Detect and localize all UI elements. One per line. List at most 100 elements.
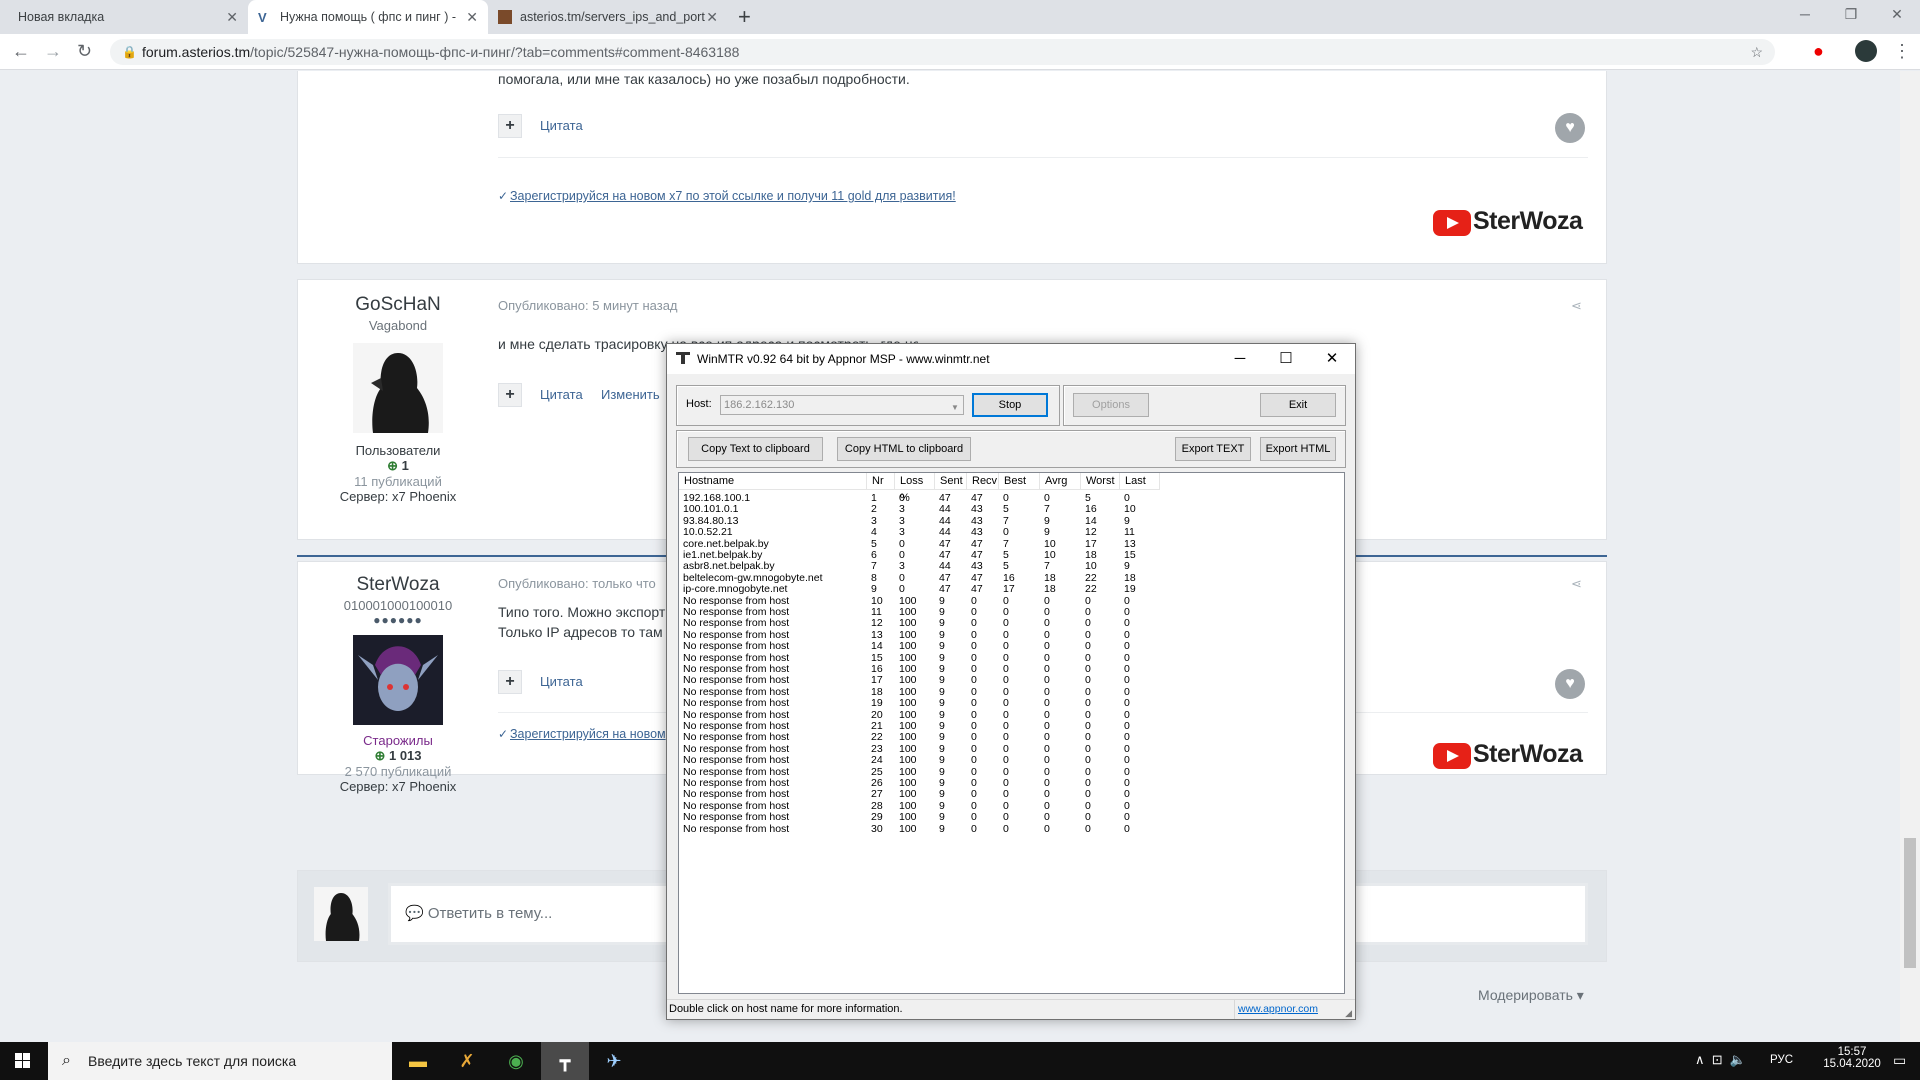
column-header[interactable]: Nr — [867, 473, 895, 490]
host-label: Host: — [686, 398, 712, 410]
edit-link[interactable]: Изменить — [601, 387, 660, 402]
address-bar[interactable]: 🔒 forum.asterios.tm/topic/525847-нужна-п… — [110, 39, 1775, 65]
column-header[interactable]: Hostname — [679, 473, 867, 490]
winmtr-titlebar[interactable]: WinMTR v0.92 64 bit by Appnor MSP - www.… — [667, 344, 1355, 374]
winmtr-app-icon — [676, 352, 690, 364]
author-rank: 010001000100010 — [343, 598, 453, 613]
clock[interactable]: 15:57 15.04.2020 — [1822, 1046, 1882, 1070]
share-icon[interactable]: ⋖ — [1571, 576, 1582, 592]
copy-text-button[interactable]: Copy Text to clipboard — [688, 437, 823, 461]
file-explorer-icon[interactable]: ▬ — [394, 1042, 442, 1080]
column-header[interactable]: Worst — [1081, 473, 1120, 490]
tab-new[interactable]: Новая вкладка ✕ — [8, 0, 248, 34]
tray-icons[interactable]: ∧ ⊡ 🔈 — [1695, 1052, 1746, 1068]
multiquote-plus-button[interactable]: + — [498, 670, 522, 694]
quote-link[interactable]: Цитата — [540, 674, 583, 689]
exit-button[interactable]: Exit — [1260, 393, 1336, 417]
status-bar: Double click on host name for more infor… — [667, 999, 1355, 1019]
scrollbar-thumb[interactable] — [1904, 838, 1916, 968]
quote-link[interactable]: Цитата — [540, 118, 583, 133]
author-name[interactable]: GoScHaN — [298, 294, 498, 316]
column-header[interactable]: Avrg — [1040, 473, 1081, 490]
back-icon[interactable]: ← — [12, 41, 30, 62]
url-host: forum.asterios.tm — [142, 44, 251, 60]
options-button[interactable]: Options — [1073, 393, 1149, 417]
sterwoza-logo[interactable]: SterWoza — [1433, 207, 1583, 237]
signature-promo-link[interactable]: Зарегистрируйся на новом x7 по этой ссыл… — [510, 189, 956, 203]
copy-html-button[interactable]: Copy HTML to clipboard — [837, 437, 971, 461]
avatar[interactable] — [353, 343, 443, 433]
column-header[interactable]: Last — [1120, 473, 1160, 490]
resize-grip-icon[interactable]: ◢ — [1345, 1004, 1352, 1023]
profile-avatar[interactable] — [1855, 40, 1877, 62]
author-panel: GoScHaN Vagabond Пользователи ⊕ 1 11 пуб… — [298, 294, 498, 504]
tab-title: Новая вкладка — [18, 10, 105, 24]
start-button[interactable] — [0, 1042, 46, 1080]
game-launcher-icon[interactable]: ✗ — [443, 1042, 491, 1080]
winmtr-window: WinMTR v0.92 64 bit by Appnor MSP - www.… — [666, 343, 1356, 1020]
close-icon[interactable]: ✕ — [466, 9, 478, 26]
reload-icon[interactable]: ↻ — [77, 41, 92, 62]
export-html-button[interactable]: Export HTML — [1260, 437, 1336, 461]
chrome-icon[interactable]: ◉ — [492, 1042, 540, 1080]
bookmark-star-icon[interactable]: ☆ — [1750, 39, 1763, 65]
trace-cell: 30 — [871, 822, 883, 835]
close-icon[interactable]: ✕ — [1309, 344, 1355, 374]
moderate-button[interactable]: Модерировать ▾ — [1478, 987, 1584, 1004]
plus-circle-icon: ⊕ — [374, 748, 389, 763]
sterwoza-logo[interactable]: SterWoza — [1433, 740, 1583, 770]
multiquote-plus-button[interactable]: + — [498, 114, 522, 138]
quote-link[interactable]: Цитата — [540, 387, 583, 402]
host-input[interactable]: 186.2.162.130 ▼ — [720, 395, 964, 415]
author-name[interactable]: SterWoza — [298, 574, 498, 596]
minimize-icon[interactable]: ─ — [1217, 344, 1263, 374]
column-header[interactable]: Best — [999, 473, 1040, 490]
windows-logo-icon — [15, 1053, 30, 1068]
dropdown-arrow-icon[interactable]: ▼ — [951, 399, 961, 412]
winmtr-task-icon[interactable]: ┳ — [541, 1042, 589, 1080]
author-rank: Vagabond — [368, 318, 428, 333]
reputation: ⊕ 1 — [298, 458, 498, 474]
tab-strip: Новая вкладка ✕ V Нужна помощь ( фпс и п… — [0, 0, 1920, 34]
close-icon[interactable]: ✕ — [226, 9, 238, 26]
post-text-line: Типо того. Можно экспорт — [498, 604, 666, 620]
avatar[interactable] — [353, 635, 443, 725]
forward-icon[interactable]: → — [44, 41, 62, 62]
notifications-icon[interactable]: ▭ — [1893, 1052, 1906, 1069]
column-header[interactable]: Sent — [935, 473, 967, 490]
language-indicator[interactable]: РУС — [1770, 1054, 1793, 1066]
author-server: Сервер: x7 Phoenix — [339, 489, 457, 504]
signature-promo-link[interactable]: Зарегистрируйся на новом — [510, 727, 666, 741]
share-icon[interactable]: ⋖ — [1571, 298, 1582, 314]
restore-icon[interactable]: ❐ — [1828, 0, 1874, 30]
column-header[interactable]: Recv — [967, 473, 999, 490]
appnor-link[interactable]: www.appnor.com — [1234, 1000, 1324, 1019]
plus-circle-icon: ⊕ — [387, 458, 402, 473]
new-tab-icon[interactable]: + — [738, 4, 751, 30]
minimize-icon[interactable]: ─ — [1782, 0, 1828, 30]
heart-icon[interactable]: ♥ — [1555, 669, 1585, 699]
stop-button[interactable]: Stop — [972, 393, 1048, 417]
taskbar: ⌕ Введите здесь текст для поиска ▬ ✗ ◉ ┳… — [0, 1042, 1920, 1080]
tab-forum[interactable]: V Нужна помощь ( фпс и пинг ) - ✕ — [248, 0, 488, 34]
menu-icon[interactable]: ⋮ — [1893, 41, 1911, 62]
trace-list[interactable]: Hostname Nr Loss % Sent Recv Best Avrg Worst Las… — [678, 472, 1345, 994]
export-text-button[interactable]: Export TEXT — [1175, 437, 1251, 461]
trace-cell: No response from host — [683, 822, 790, 835]
taskbar-search[interactable]: ⌕ Введите здесь текст для поиска — [48, 1042, 392, 1080]
reputation-value: 1 013 — [388, 748, 422, 763]
post-meta: Опубликовано: 5 минут назад — [498, 298, 678, 313]
heart-icon[interactable]: ♥ — [1555, 113, 1585, 143]
trace-row[interactable]: No response from host 30 100 9 0 0 0 0 0 — [679, 822, 1344, 836]
close-window-icon[interactable]: ✕ — [1874, 0, 1920, 30]
page-scrollbar[interactable] — [1900, 71, 1920, 1042]
app-icon[interactable]: ✈ — [590, 1042, 638, 1080]
tab-asterios[interactable]: asterios.tm/servers_ips_and_port ✕ — [488, 0, 728, 34]
tab-title: Нужна помощь ( фпс и пинг ) - — [280, 10, 456, 24]
opera-icon[interactable]: ● — [1813, 41, 1824, 62]
multiquote-plus-button[interactable]: + — [498, 383, 522, 407]
maximize-icon[interactable]: ☐ — [1263, 344, 1309, 374]
close-icon[interactable]: ✕ — [706, 9, 718, 26]
column-header[interactable]: Loss % — [895, 473, 935, 504]
trace-cell: 0 — [1124, 822, 1130, 835]
